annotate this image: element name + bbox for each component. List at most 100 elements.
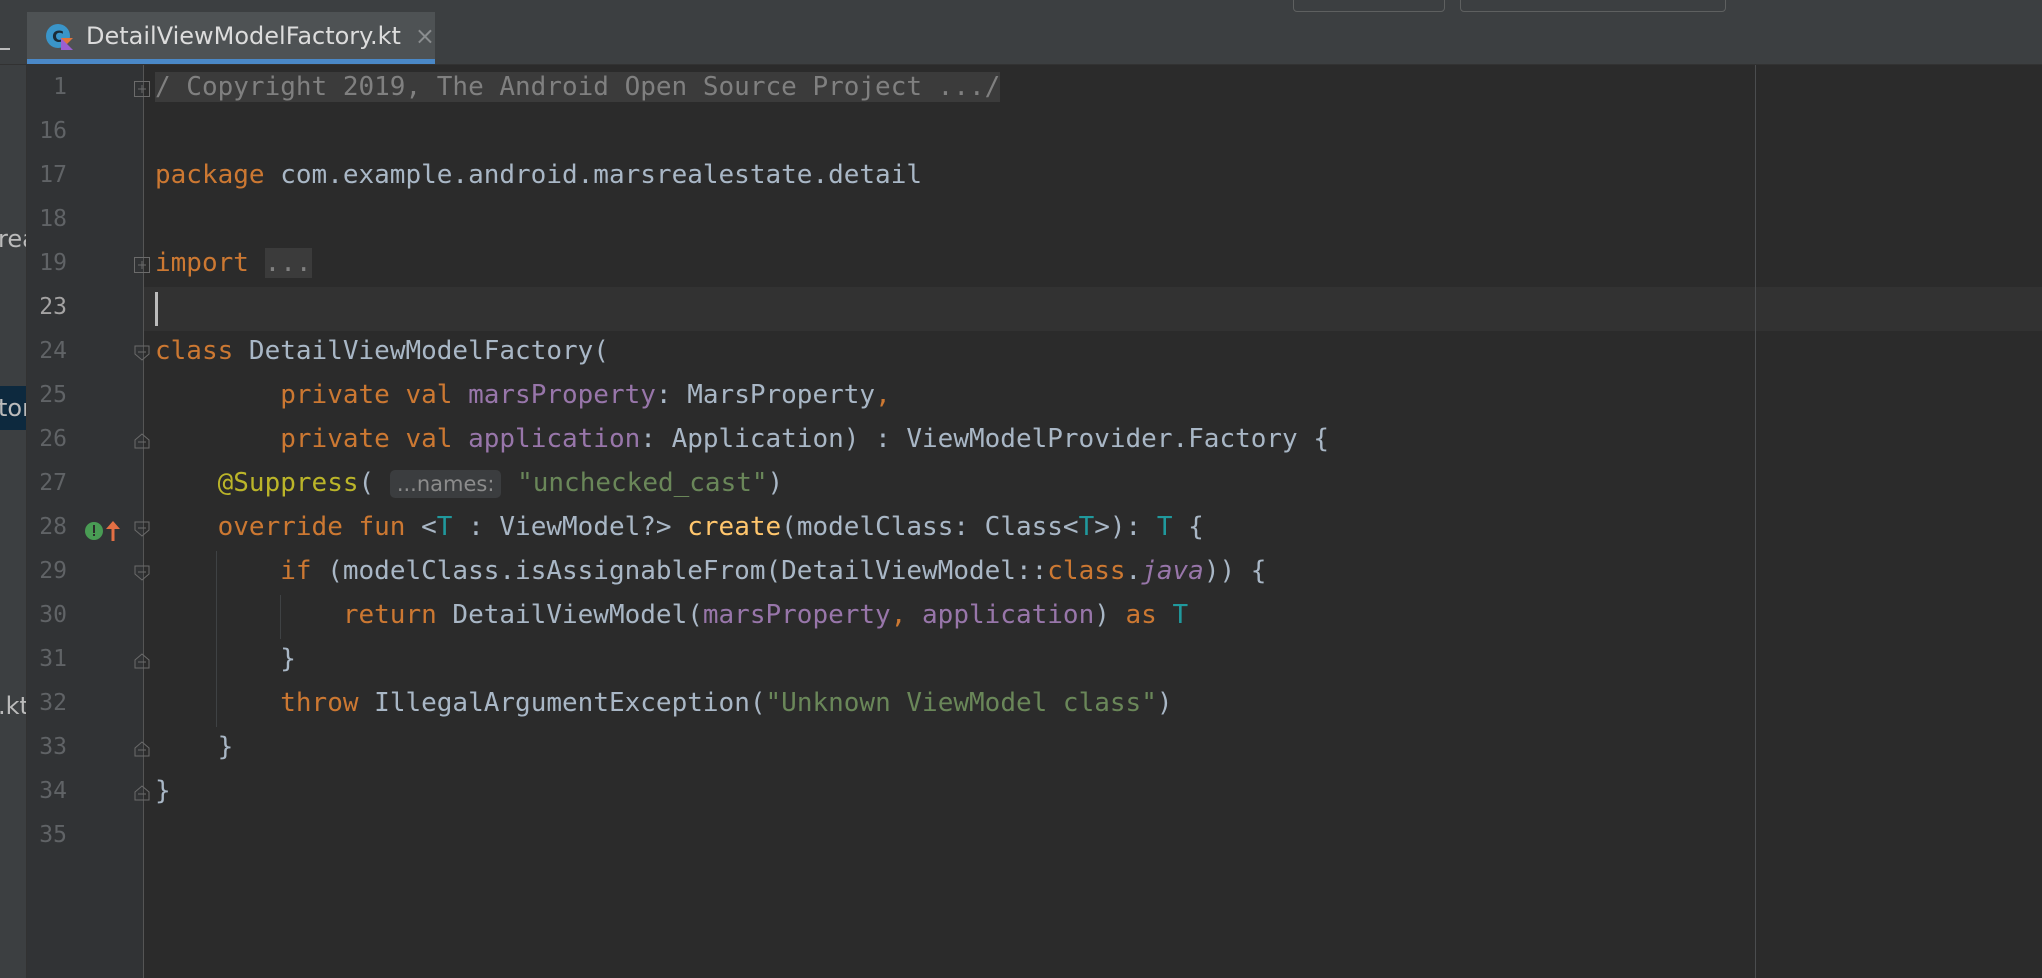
- fold-start-icon[interactable]: [134, 521, 150, 537]
- tab-file-name: DetailViewModelFactory.kt: [86, 21, 401, 50]
- code-token: java: [1141, 556, 1204, 586]
- folded-region[interactable]: ...: [264, 248, 312, 278]
- code-line[interactable]: if (modelClass.isAssignableFrom(DetailVi…: [155, 549, 1266, 593]
- code-line[interactable]: private val application: Application) : …: [155, 417, 1329, 461]
- folded-region[interactable]: / Copyright 2019, The Android Open Sourc…: [155, 72, 1001, 102]
- line-number: 19: [39, 250, 67, 276]
- current-line-highlight: [144, 287, 2042, 331]
- editor-tab-bar: C DetailViewModelFactory.kt ×: [0, 12, 2042, 65]
- code-token: throw: [280, 688, 359, 718]
- fold-end-icon[interactable]: [134, 785, 150, 801]
- line-number: 31: [39, 646, 67, 672]
- fold-start-icon[interactable]: [134, 345, 150, 361]
- code-token: return: [342, 600, 437, 630]
- fold-start-icon[interactable]: [134, 565, 150, 581]
- line-number: 18: [39, 206, 67, 232]
- project-item-fragment-selected[interactable]: tor: [0, 386, 26, 430]
- code-line[interactable]: }: [155, 725, 234, 769]
- code-token: T: [1172, 600, 1189, 630]
- code-token: T: [1078, 512, 1095, 542]
- editor-tab-active[interactable]: C DetailViewModelFactory.kt ×: [27, 12, 435, 64]
- fold-toggle-icon[interactable]: [134, 81, 150, 97]
- code-token: T: [436, 512, 453, 542]
- fold-end-icon[interactable]: [134, 741, 150, 757]
- code-token: (modelClass: Class<: [781, 512, 1079, 542]
- code-line[interactable]: class DetailViewModelFactory(: [155, 329, 609, 373]
- code-token: class: [1047, 556, 1126, 586]
- code-token: override fun: [217, 512, 406, 542]
- fold-toggle-icon[interactable]: [134, 257, 150, 273]
- project-panel-edge: rea tor .kt: [0, 65, 27, 978]
- parameter-name-hint: ...names:: [389, 470, 502, 498]
- code-token: if: [280, 556, 312, 586]
- indent-guide: [216, 551, 217, 727]
- code-line[interactable]: throw IllegalArgumentException("Unknown …: [155, 681, 1172, 725]
- code-token: {: [1172, 512, 1204, 542]
- code-token: com.example.android.marsrealestate.detai…: [264, 160, 923, 190]
- code-token: DetailViewModelFactory(: [233, 336, 609, 366]
- line-number: 23: [39, 294, 67, 320]
- code-line[interactable]: @Suppress( ...names: "unchecked_cast"): [155, 461, 783, 506]
- code-token: IllegalArgumentException(: [358, 688, 766, 718]
- line-number: 26: [39, 426, 67, 452]
- line-number: 25: [39, 382, 67, 408]
- code-token: private val: [280, 424, 453, 454]
- code-token: @Suppress: [217, 468, 359, 498]
- code-token: as: [1125, 600, 1157, 630]
- code-token: application: [922, 600, 1095, 630]
- line-number: 17: [39, 162, 67, 188]
- code-token: ,: [875, 380, 891, 410]
- code-token: create: [687, 512, 782, 542]
- code-token: <: [405, 512, 437, 542]
- line-number: 30: [39, 602, 67, 628]
- code-token: T: [1156, 512, 1173, 542]
- code-line[interactable]: / Copyright 2019, The Android Open Sourc…: [155, 65, 1001, 109]
- code-token: marsProperty: [702, 600, 891, 630]
- project-item-fragment[interactable]: rea: [0, 225, 26, 253]
- code-line[interactable]: return DetailViewModel(marsProperty, app…: [155, 593, 1188, 637]
- right-margin-guide: [1755, 65, 1756, 978]
- code-token: }: [155, 732, 234, 762]
- code-token: ,: [890, 600, 923, 630]
- code-token: import: [155, 248, 249, 278]
- code-token: "unchecked_cast": [517, 468, 768, 498]
- line-number: 33: [39, 734, 67, 760]
- code-token: : ViewModel?>: [452, 512, 688, 542]
- project-item-fragment[interactable]: .kt: [0, 692, 26, 720]
- code-token: "Unknown ViewModel class": [765, 688, 1157, 718]
- code-line[interactable]: override fun <T : ViewModel?> create(mod…: [155, 505, 1204, 549]
- line-number: 35: [39, 822, 67, 848]
- line-number: 16: [39, 118, 67, 144]
- code-line[interactable]: import ...: [155, 241, 312, 285]
- toolbar-control[interactable]: [1293, 0, 1445, 12]
- toolbar-control[interactable]: [1460, 0, 1726, 12]
- fold-end-icon[interactable]: [134, 433, 150, 449]
- implements-overrides-icon[interactable]: [84, 520, 124, 542]
- line-number: 32: [39, 690, 67, 716]
- close-tab-icon[interactable]: ×: [415, 22, 435, 50]
- code-line[interactable]: }: [155, 637, 296, 681]
- code-token: (modelClass.isAssignableFrom(DetailViewM…: [311, 556, 1048, 586]
- code-token: .: [1125, 556, 1142, 586]
- code-line[interactable]: private val marsProperty: MarsProperty,: [155, 373, 891, 417]
- code-token: private val: [280, 380, 453, 410]
- code-token: (: [358, 468, 390, 498]
- minimize-panel-icon[interactable]: [0, 48, 10, 50]
- line-number: 24: [39, 338, 67, 364]
- code-token: }: [155, 776, 171, 806]
- fold-end-icon[interactable]: [134, 653, 150, 669]
- code-token: DetailViewModel(: [436, 600, 703, 630]
- code-line[interactable]: }: [155, 769, 171, 813]
- code-line[interactable]: package com.example.android.marsrealesta…: [155, 153, 922, 197]
- line-number: 28: [39, 514, 67, 540]
- kotlin-class-file-icon: C: [44, 21, 74, 51]
